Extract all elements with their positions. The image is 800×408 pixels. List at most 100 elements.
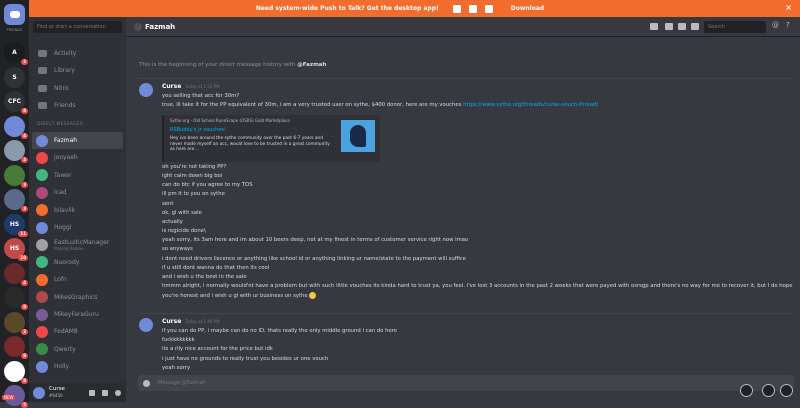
nav-library[interactable]: Library [29, 62, 126, 78]
server-icon[interactable]: HS 11 [4, 213, 28, 237]
headphones-icon[interactable] [102, 390, 108, 396]
dm-name: Nuorody [54, 258, 80, 266]
author-name[interactable]: Curse [162, 318, 181, 325]
windows-icon[interactable] [484, 4, 493, 13]
mention-icon[interactable]: @ [772, 21, 780, 29]
pinned-icon[interactable] [678, 23, 686, 30]
home-button[interactable] [4, 4, 25, 25]
avatar [36, 256, 48, 269]
dm-item[interactable]: EastLuiticManager Playing Roblox [32, 236, 123, 253]
dm-item[interactable]: Fazmah [32, 132, 123, 149]
message-line: ight calm down big boi [162, 173, 222, 179]
message-line: its a rlly nice account for the price bu… [162, 346, 273, 352]
message-text: i just have no grounds to really trust y… [162, 355, 329, 362]
dm-name: bilavlik [54, 206, 76, 214]
dm-item[interactable]: Nuorody [32, 254, 123, 271]
close-banner-icon[interactable]: × [785, 3, 792, 12]
server-initials: HS [9, 245, 20, 252]
server-icon[interactable]: 8 [4, 360, 28, 384]
message-line: can do btc if you agree to my TOS [162, 182, 253, 188]
mute-icon[interactable] [740, 384, 753, 397]
server-icon[interactable]: S [4, 66, 25, 88]
dm-item[interactable]: MikesGraphics [32, 289, 123, 306]
avatar [36, 273, 48, 286]
nav-friends[interactable]: Friends [29, 97, 126, 113]
server-icon[interactable]: 8 [4, 336, 28, 359]
username: Curse [49, 386, 65, 392]
search-input[interactable]: Search [704, 21, 766, 33]
dm-item[interactable]: MikeyFaraGuru [32, 306, 123, 323]
dm-name: jooyaeh [54, 154, 78, 162]
server-initials: A [12, 49, 17, 56]
notification-badge: 5 [21, 402, 28, 408]
message-text: and i wish u the best in the sale [162, 273, 247, 280]
dm-item[interactable]: FedAM8 [32, 323, 123, 340]
help-icon[interactable]: ? [786, 21, 794, 29]
download-link[interactable]: Download [511, 5, 544, 12]
message-text: you're honest and i wish u gl with ur bu… [162, 293, 310, 300]
server-icon[interactable]: 8 [4, 287, 28, 310]
nav-label: Library [54, 66, 75, 74]
notification-badge: 8 [21, 377, 28, 384]
message-line: i just have no grounds to really trust y… [162, 356, 328, 362]
add-friend-icon[interactable] [691, 23, 699, 30]
voice-call-icon[interactable] [665, 23, 673, 30]
message-input[interactable]: Message @Fazmah [138, 375, 794, 391]
pause-icon[interactable] [762, 384, 775, 397]
server-icon[interactable]: HS 10 [4, 238, 28, 261]
message-text: hmmm alright, i normally would'nt have a… [162, 282, 793, 289]
discord-logo-icon [9, 11, 20, 18]
chat-header: @ Fazmah Search @ ? [126, 17, 800, 37]
dm-item[interactable]: Hoggi [32, 219, 123, 236]
server-icon[interactable]: 2 [4, 140, 28, 163]
message-line: hmmm alright, i normally would'nt have a… [162, 283, 793, 289]
upload-plus-icon[interactable] [143, 379, 150, 387]
nav-activity[interactable]: Activity [29, 45, 126, 61]
avatar [36, 325, 48, 338]
message-text: actually [162, 218, 183, 225]
vouch-link[interactable]: https://www.sythe.org/threads/curse-vouc… [463, 102, 598, 108]
dm-item[interactable]: bilavlik [32, 202, 123, 219]
message-text: ill pm it to you on sythe [162, 191, 225, 198]
server-icon[interactable]: A2 [4, 42, 28, 65]
settings-gear-icon[interactable] [115, 390, 121, 396]
dm-item[interactable]: Lofn [32, 271, 123, 288]
embed-thumbnail[interactable] [341, 120, 375, 152]
notification-badge: 8 [21, 304, 28, 310]
server-icon[interactable]: 3 [4, 164, 28, 188]
dm-name: Holly [54, 363, 70, 371]
server-icon[interactable]: 4 [4, 115, 28, 139]
avatar [36, 291, 48, 304]
dm-item[interactable]: jooyaeh [32, 149, 123, 166]
dm-item[interactable]: Qwerty [32, 341, 123, 358]
apple-icon[interactable] [452, 4, 461, 13]
dm-header: DIRECT MESSAGES [37, 122, 83, 127]
server-icon[interactable]: 2 [4, 311, 28, 335]
video-call-icon[interactable] [650, 23, 658, 30]
nav-nitro[interactable]: Nitro [29, 80, 126, 96]
avatar[interactable] [33, 386, 45, 399]
server-icon[interactable]: CFC 8 [4, 91, 28, 114]
message-text: ight calm down big boi [162, 173, 223, 180]
avatar [36, 360, 48, 373]
message-author: Curse Today at 1:31 PM [162, 83, 220, 90]
message-line: i dont need drivers liscence or anything… [162, 256, 466, 262]
microphone-icon[interactable] [89, 390, 95, 396]
find-conversation-input[interactable]: Find or start a conversation [33, 21, 122, 33]
message-line: and i wish u the best in the sale [162, 274, 247, 280]
message-author: Curse Today at 1:40 PM [162, 318, 220, 325]
message-text: is regicide done\ [162, 228, 206, 235]
server-icon[interactable]: 4 [4, 262, 28, 286]
android-icon[interactable] [468, 4, 477, 13]
avatar[interactable] [139, 318, 153, 332]
avatar[interactable] [139, 83, 153, 97]
author-name[interactable]: Curse [162, 83, 181, 90]
dm-name: MikesGraphics [54, 293, 98, 301]
server-icon[interactable]: 3 [4, 189, 28, 212]
dm-item[interactable]: Icad [32, 184, 123, 201]
link-embed: Sythe.org - Old School RuneScape (OSRS) … [162, 115, 380, 162]
dm-item[interactable]: Holly [32, 358, 123, 375]
at-icon: @ [134, 22, 142, 31]
dm-item[interactable]: Tawer [32, 167, 123, 184]
check-icon[interactable] [780, 384, 793, 397]
